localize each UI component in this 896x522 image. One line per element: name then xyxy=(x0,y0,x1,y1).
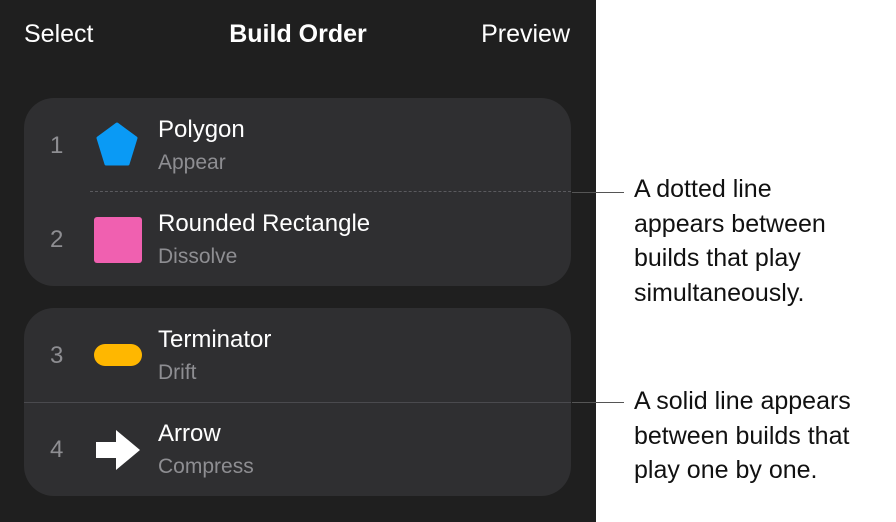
square-icon xyxy=(94,217,142,263)
callout-line-text: between builds that xyxy=(634,421,850,450)
build-item-name: Rounded Rectangle xyxy=(158,210,371,237)
callout-dotted-line: A dotted line appears between builds tha… xyxy=(634,172,826,310)
build-item-terminator[interactable]: 3 Terminator Drift xyxy=(24,308,571,402)
build-item-effect: Appear xyxy=(158,151,226,174)
arrow-right-icon xyxy=(96,430,140,470)
build-number: 1 xyxy=(50,132,64,159)
build-item-effect: Drift xyxy=(158,361,197,384)
callout-line-text: A dotted line xyxy=(634,175,772,203)
callout-line-text: builds that play xyxy=(634,244,801,272)
build-item-name: Terminator xyxy=(158,326,272,353)
build-item-name: Arrow xyxy=(158,420,221,447)
build-item-arrow[interactable]: 4 Arrow Compress xyxy=(24,402,571,496)
callout-solid-line: A solid line appears between builds that… xyxy=(634,384,851,488)
build-number: 4 xyxy=(50,436,64,463)
callout-line-text: play one by one. xyxy=(634,456,818,484)
build-item-name: Polygon xyxy=(158,116,245,143)
build-number: 3 xyxy=(50,342,64,369)
toolbar: Select Build Order Preview xyxy=(0,0,596,72)
pentagon-icon xyxy=(96,122,138,166)
build-order-panel: Select Build Order Preview 1 Polygon App… xyxy=(0,0,596,522)
callout-leader-line xyxy=(572,192,624,193)
build-group-simultaneous: 1 Polygon Appear 2 Rounded Rectangle Dis… xyxy=(24,98,571,286)
callout-line-text: A solid line appears xyxy=(634,387,851,415)
preview-button[interactable]: Preview xyxy=(481,20,570,49)
build-number: 2 xyxy=(50,226,64,253)
build-item-polygon[interactable]: 1 Polygon Appear xyxy=(24,98,571,192)
callout-line-text: appears between xyxy=(634,209,826,238)
build-item-rounded-rectangle[interactable]: 2 Rounded Rectangle Dissolve xyxy=(24,192,571,286)
terminator-pill-icon xyxy=(94,344,142,366)
build-item-effect: Dissolve xyxy=(158,245,238,268)
callout-leader-line xyxy=(572,402,624,403)
build-item-effect: Compress xyxy=(158,455,254,478)
callout-line-text: simultaneously. xyxy=(634,278,805,307)
build-group-sequential: 3 Terminator Drift 4 Arrow Compress xyxy=(24,308,571,496)
